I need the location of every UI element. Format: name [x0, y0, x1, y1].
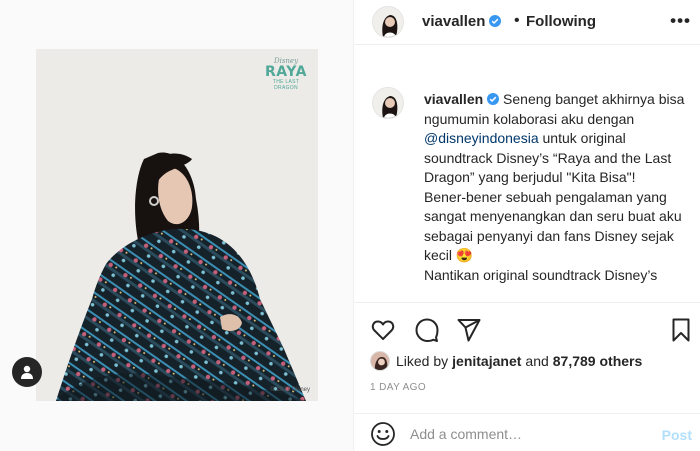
post-timestamp[interactable]: 1 DAY AGO	[370, 382, 426, 393]
author-avatar[interactable]	[372, 6, 404, 38]
logo-subtitle-text: THE LAST DRAGON	[272, 79, 300, 91]
comment-input[interactable]	[410, 422, 640, 446]
post-photo-illustration	[36, 49, 318, 401]
liked-by-middle: and	[525, 353, 549, 369]
liker-avatar[interactable]	[370, 351, 390, 371]
caption-paragraph-2: Bener-bener sebuah pengalaman yang sanga…	[424, 188, 682, 264]
person-icon	[21, 365, 33, 379]
media-pane: Disney RAYA THE LAST DRAGON © 2021 Disne…	[0, 0, 353, 451]
liker-portrait-icon	[371, 352, 389, 370]
liked-by-row: Liked by jenitajanet and 87,789 others	[370, 350, 646, 372]
author-username-text[interactable]: viavallen	[422, 13, 485, 30]
emoji-icon[interactable]	[370, 421, 396, 447]
likes-count[interactable]: 87,789 others	[553, 353, 643, 369]
header-separator: •	[514, 12, 520, 29]
caption-text: viavallen Seneng banget akhirnya bisa ng…	[424, 90, 690, 285]
caption-paragraph-3: Nantikan original soundtrack Disney’s	[424, 266, 658, 283]
verified-badge-icon	[487, 93, 500, 105]
author-username[interactable]: viavallen	[422, 13, 502, 30]
raya-logo: Disney RAYA THE LAST DRAGON	[262, 57, 310, 91]
post-details: viavallen • Following ••• viavallen Sene…	[353, 0, 700, 451]
copyright-text: © 2021 Disney	[270, 387, 310, 393]
bookmark-icon[interactable]	[668, 317, 694, 343]
liked-by-prefix: Liked by	[396, 353, 449, 369]
comment-bar: Post	[354, 413, 700, 451]
post-header: viavallen • Following •••	[354, 0, 700, 45]
liked-by-user[interactable]: jenitajanet	[452, 353, 521, 369]
post-photo[interactable]: Disney RAYA THE LAST DRAGON © 2021 Disne…	[36, 49, 318, 401]
following-button[interactable]: Following	[526, 14, 596, 30]
action-bar: Liked by jenitajanet and 87,789 others 1…	[354, 302, 700, 398]
avatar-portrait-icon	[373, 7, 403, 37]
post-comment-button[interactable]: Post	[662, 427, 692, 443]
caption-avatar[interactable]	[372, 87, 404, 119]
more-options-icon[interactable]: •••	[670, 11, 691, 31]
avatar-portrait-icon	[373, 88, 403, 118]
mention-link[interactable]: @disneyindonesia	[424, 130, 539, 146]
caption-area: viavallen Seneng banget akhirnya bisa ng…	[354, 75, 700, 301]
verified-badge-icon	[489, 15, 502, 27]
comment-icon[interactable]	[414, 317, 440, 343]
user-tag-icon[interactable]	[12, 357, 42, 387]
share-icon[interactable]	[456, 317, 482, 343]
caption-username[interactable]: viavallen	[424, 91, 483, 107]
heart-icon[interactable]	[370, 317, 396, 343]
logo-title-text: RAYA	[265, 64, 307, 80]
